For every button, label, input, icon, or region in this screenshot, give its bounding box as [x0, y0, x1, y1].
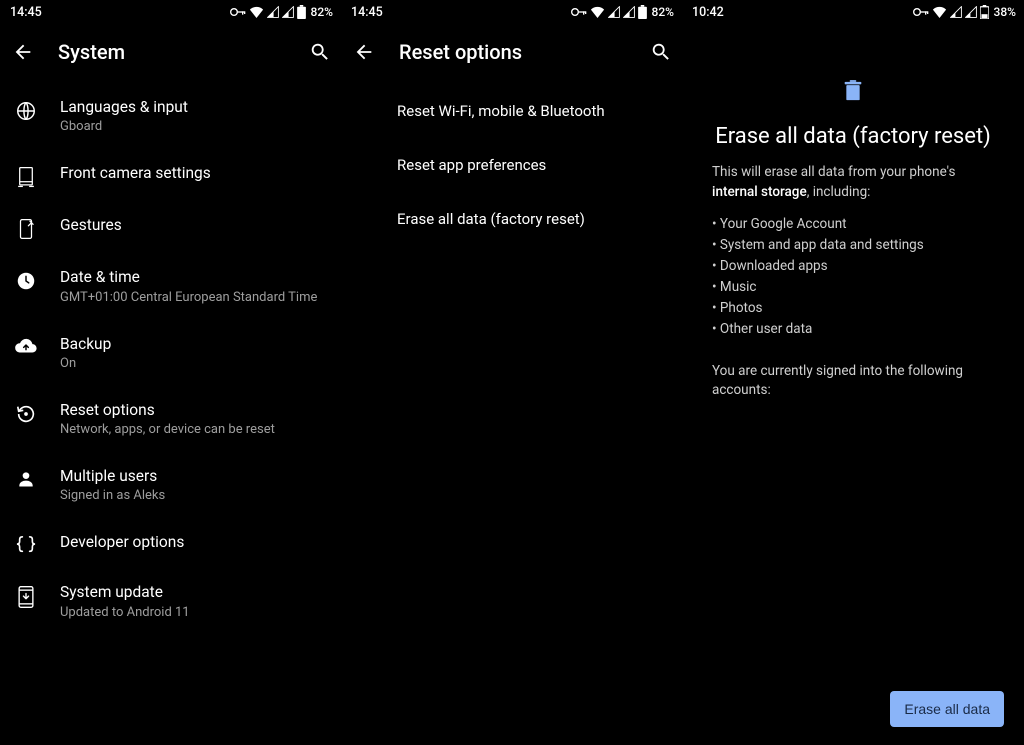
- erase-bullet: System and app data and settings: [712, 235, 994, 256]
- erase-bullet-list: Your Google Account System and app data …: [710, 214, 996, 340]
- trash-icon: [710, 80, 996, 106]
- erase-bullet: Your Google Account: [712, 214, 994, 235]
- signal-2-icon: [623, 6, 635, 18]
- battery-icon: [638, 5, 647, 19]
- status-bar: 14:45 82%: [0, 0, 341, 24]
- wifi-icon: [590, 6, 605, 18]
- row-title: Developer options: [60, 533, 325, 552]
- signal-1-icon: [950, 6, 962, 18]
- erase-button-bar: Erase all data: [890, 691, 1004, 727]
- gesture-icon: [14, 216, 38, 240]
- row-title: Reset options: [60, 401, 325, 420]
- system-update-icon: [14, 583, 38, 609]
- vpn-key-icon: [230, 7, 246, 17]
- language-icon: [14, 98, 38, 122]
- row-backup[interactable]: Backup On: [0, 321, 341, 387]
- erase-bullet: Photos: [712, 298, 994, 319]
- signal-2-icon: [965, 6, 977, 18]
- erase-bullet: Other user data: [712, 319, 994, 340]
- wifi-icon: [249, 6, 264, 18]
- page-title: System: [58, 40, 285, 64]
- erase-bullet: Downloaded apps: [712, 256, 994, 277]
- back-button[interactable]: [12, 41, 34, 63]
- row-title: Date & time: [60, 268, 325, 287]
- status-time: 10:42: [692, 5, 724, 20]
- row-developer-options[interactable]: Developer options: [0, 519, 341, 569]
- row-reset-wifi-mobile-bt[interactable]: Reset Wi-Fi, mobile & Bluetooth: [341, 84, 682, 138]
- camera-front-icon: [14, 164, 38, 188]
- clock-icon: [14, 268, 38, 292]
- settings-list: Languages & input Gboard Front camera se…: [0, 80, 341, 745]
- row-title: Languages & input: [60, 98, 325, 117]
- erase-bullet: Music: [712, 277, 994, 298]
- row-languages-input[interactable]: Languages & input Gboard: [0, 84, 341, 150]
- signal-2-icon: [282, 6, 294, 18]
- row-title: Gestures: [60, 216, 325, 235]
- code-braces-icon: [14, 533, 38, 555]
- row-subtitle: On: [60, 356, 325, 373]
- row-subtitle: GMT+01:00 Central European Standard Time: [60, 290, 325, 307]
- erase-all-data-button[interactable]: Erase all data: [890, 691, 1004, 727]
- row-subtitle: Signed in as Aleks: [60, 488, 325, 505]
- row-title: System update: [60, 583, 325, 602]
- search-button[interactable]: [309, 41, 331, 63]
- app-bar: Reset options: [341, 24, 682, 80]
- row-subtitle: Network, apps, or device can be reset: [60, 422, 325, 439]
- erase-description: This will erase all data from your phone…: [710, 163, 996, 202]
- status-bar: 14:45 82%: [341, 0, 682, 24]
- search-button[interactable]: [650, 41, 672, 63]
- row-front-camera-settings[interactable]: Front camera settings: [0, 150, 341, 202]
- row-title: Front camera settings: [60, 164, 325, 183]
- status-battery: 38%: [994, 5, 1016, 19]
- signal-1-icon: [608, 6, 620, 18]
- vpn-key-icon: [913, 7, 929, 17]
- erase-content: Erase all data (factory reset) This will…: [682, 24, 1024, 401]
- row-date-time[interactable]: Date & time GMT+01:00 Central European S…: [0, 254, 341, 320]
- signal-1-icon: [267, 6, 279, 18]
- status-icons: 38%: [913, 5, 1016, 19]
- row-system-update[interactable]: System update Updated to Android 11: [0, 569, 341, 635]
- row-title: Multiple users: [60, 467, 325, 486]
- row-subtitle: Updated to Android 11: [60, 605, 325, 622]
- status-time: 14:45: [10, 5, 42, 20]
- app-bar: System: [0, 24, 341, 80]
- status-battery: 82%: [311, 5, 333, 19]
- row-subtitle: Gboard: [60, 119, 325, 136]
- page-title: Reset options: [399, 40, 626, 64]
- screen-system: 14:45 82% System Languages & input Gboar: [0, 0, 341, 745]
- back-button[interactable]: [353, 41, 375, 63]
- row-reset-options[interactable]: Reset options Network, apps, or device c…: [0, 387, 341, 453]
- status-icons: 82%: [571, 5, 674, 19]
- row-title: Backup: [60, 335, 325, 354]
- row-reset-app-preferences[interactable]: Reset app preferences: [341, 138, 682, 192]
- row-multiple-users[interactable]: Multiple users Signed in as Aleks: [0, 453, 341, 519]
- screen-erase-all-data: 10:42 38% Erase all data (factory reset)…: [682, 0, 1024, 745]
- screen-reset-options: 14:45 82% Reset options Reset Wi-Fi, mob…: [341, 0, 682, 745]
- row-gestures[interactable]: Gestures: [0, 202, 341, 254]
- row-title: Reset Wi-Fi, mobile & Bluetooth: [397, 102, 662, 120]
- search-icon: [309, 41, 331, 63]
- status-battery: 82%: [652, 5, 674, 19]
- arrow-back-icon: [12, 41, 34, 63]
- wifi-icon: [932, 6, 947, 18]
- arrow-back-icon: [353, 41, 375, 63]
- cloud-upload-icon: [14, 335, 38, 355]
- status-time: 14:45: [351, 5, 383, 20]
- restore-icon: [14, 401, 38, 425]
- vpn-key-icon: [571, 7, 587, 17]
- status-icons: 82%: [230, 5, 333, 19]
- battery-icon: [297, 5, 306, 19]
- reset-options-list: Reset Wi-Fi, mobile & Bluetooth Reset ap…: [341, 80, 682, 745]
- row-title: Erase all data (factory reset): [397, 210, 662, 228]
- erase-title: Erase all data (factory reset): [710, 124, 996, 149]
- person-icon: [14, 467, 38, 489]
- row-title: Reset app preferences: [397, 156, 662, 174]
- erase-accounts-note: You are currently signed into the follow…: [710, 362, 996, 401]
- status-bar: 10:42 38%: [682, 0, 1024, 24]
- battery-icon: [980, 5, 989, 19]
- search-icon: [650, 41, 672, 63]
- row-erase-all-data[interactable]: Erase all data (factory reset): [341, 192, 682, 246]
